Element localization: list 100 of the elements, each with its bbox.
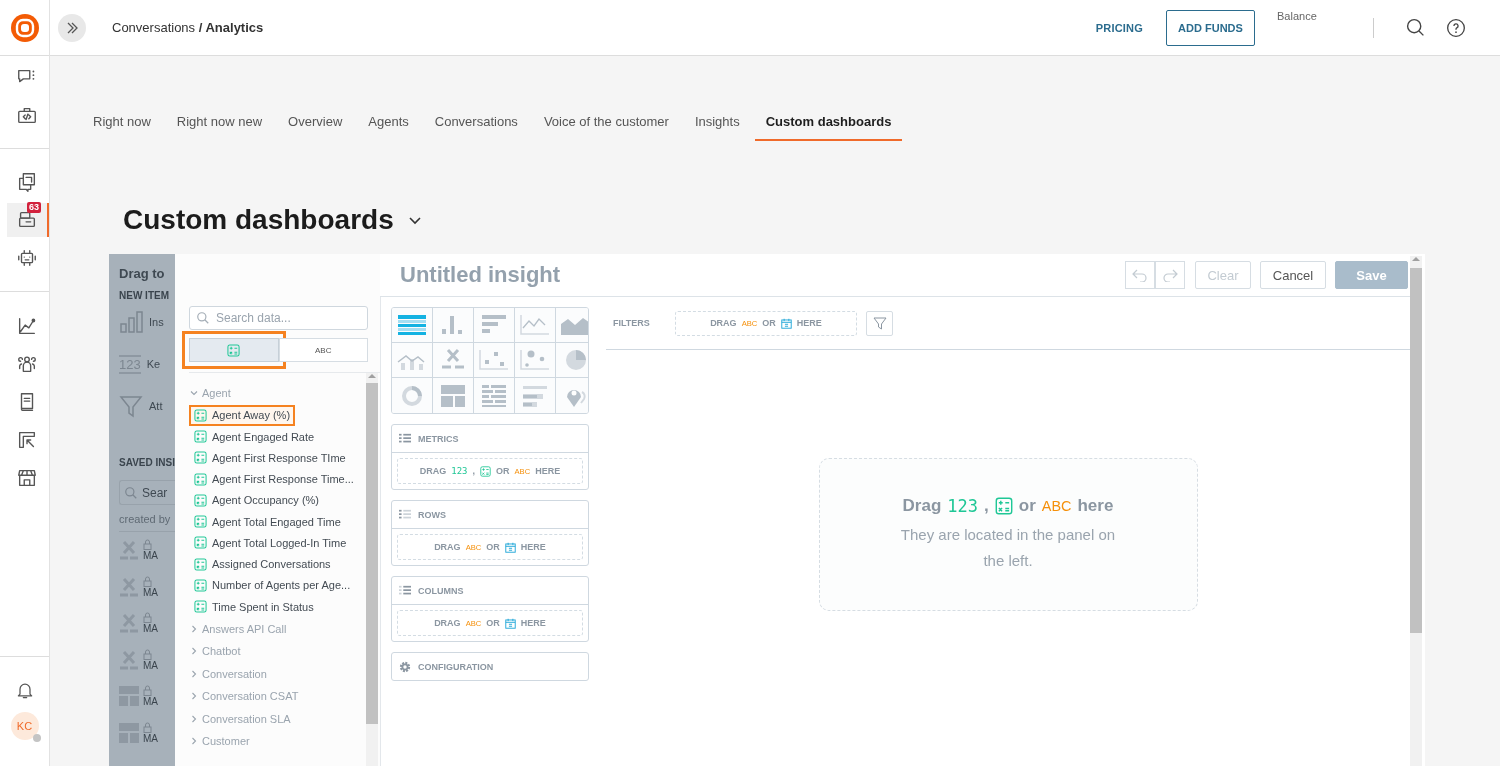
help-button[interactable] bbox=[1445, 16, 1467, 39]
calculator-icon bbox=[194, 408, 207, 422]
headline-icon bbox=[119, 540, 139, 561]
bucket-title: ROWS bbox=[418, 509, 446, 520]
chart-type-button[interactable] bbox=[515, 308, 556, 343]
calculator-icon bbox=[194, 515, 207, 528]
calculator-icon bbox=[994, 496, 1013, 515]
cancel-button[interactable]: Cancel bbox=[1260, 261, 1326, 289]
chevron-right-icon bbox=[190, 737, 198, 745]
calculator-icon bbox=[227, 343, 241, 357]
search-icon bbox=[196, 311, 210, 325]
search-icon bbox=[124, 485, 138, 500]
chart-type-button[interactable] bbox=[392, 343, 433, 378]
hint-text: DRAG bbox=[434, 542, 461, 552]
scrollbar[interactable] bbox=[366, 373, 378, 766]
empty-state-text: They are located in the panel on the left. bbox=[899, 524, 1117, 571]
bucket-title: METRICS bbox=[418, 433, 459, 444]
tab[interactable]: Agents bbox=[357, 105, 420, 141]
nav-button[interactable]: 63 bbox=[7, 203, 49, 237]
metric-item[interactable]: Number of Agents per Age... bbox=[189, 574, 356, 596]
metric-item[interactable]: Agent First Response Time... bbox=[189, 468, 359, 490]
treemap-icon bbox=[119, 722, 139, 743]
chart-type-button[interactable] bbox=[556, 378, 588, 413]
tab[interactable]: Right now bbox=[82, 105, 162, 141]
metric-item[interactable]: Agent Engaged Rate bbox=[189, 426, 320, 447]
calendar-icon bbox=[780, 317, 792, 329]
chart-type-button[interactable] bbox=[392, 308, 433, 343]
pricing-link[interactable]: PRICING bbox=[1095, 21, 1143, 34]
hint-text: Drag bbox=[902, 495, 942, 516]
logo-icon bbox=[9, 12, 40, 43]
metric-item[interactable]: Time Spent in Status bbox=[189, 596, 319, 617]
chart-type-button[interactable] bbox=[433, 343, 474, 378]
hint-text: OR bbox=[762, 318, 776, 328]
item-label: MA bbox=[143, 550, 158, 562]
chart-type-button[interactable] bbox=[556, 343, 588, 378]
funnel-icon bbox=[119, 394, 143, 418]
scrollbar[interactable] bbox=[1410, 256, 1422, 766]
hint-text: DRAG bbox=[419, 466, 447, 476]
chevron-right-icon bbox=[190, 692, 198, 700]
gear-icon bbox=[398, 660, 412, 673]
panel-title: Drag to bbox=[119, 266, 166, 282]
search-placeholder: Search data... bbox=[216, 311, 291, 325]
tab[interactable]: Custom dashboards bbox=[754, 105, 903, 141]
calculator-icon bbox=[194, 578, 207, 592]
chart-type-button[interactable] bbox=[515, 378, 556, 413]
hint-text: OR bbox=[496, 466, 510, 476]
hint-text: , bbox=[984, 495, 989, 516]
page-title: Custom dashboards bbox=[123, 203, 394, 237]
chart-type-button[interactable] bbox=[392, 378, 433, 413]
calculator-icon bbox=[194, 600, 207, 613]
calculator-icon bbox=[194, 430, 207, 443]
up-arrow-icon bbox=[368, 373, 376, 379]
store-icon bbox=[16, 467, 38, 489]
headline-icon bbox=[119, 613, 139, 634]
funnel-icon bbox=[872, 316, 887, 330]
cursor-icon bbox=[16, 429, 38, 451]
item-label: Ins bbox=[149, 316, 164, 328]
chart-type-button[interactable] bbox=[433, 378, 474, 413]
metric-item[interactable]: Agent Total Engaged Time bbox=[189, 511, 346, 532]
chart-type-button[interactable] bbox=[474, 343, 515, 378]
text-symbol: ABC bbox=[1041, 497, 1072, 514]
chart-type-button[interactable] bbox=[474, 378, 515, 413]
notification-badge: 63 bbox=[27, 202, 41, 213]
item-label: MA bbox=[143, 696, 158, 708]
hint-text: or bbox=[1018, 495, 1036, 516]
chart-type-button[interactable] bbox=[515, 343, 556, 378]
metric-item[interactable]: Agent Occupancy (%) bbox=[189, 489, 324, 511]
chevron-right-icon bbox=[190, 669, 198, 678]
tab[interactable]: Overview bbox=[277, 105, 354, 141]
metric-item[interactable]: Assigned Conversations bbox=[189, 553, 336, 575]
attribute-filter-button[interactable]: ABC bbox=[278, 338, 368, 362]
bucket-title: COLUMNS bbox=[418, 585, 464, 596]
expand-button[interactable] bbox=[58, 13, 86, 42]
hint-text: HERE bbox=[796, 318, 822, 328]
headline-icon bbox=[119, 649, 139, 670]
metric-item[interactable]: Agent First Response TIme bbox=[189, 447, 351, 469]
chart-type-button[interactable] bbox=[474, 308, 515, 343]
filter-button[interactable] bbox=[866, 310, 893, 336]
metric-item[interactable]: Agent Total Logged-In Time bbox=[189, 532, 352, 554]
chevron-right-icon bbox=[190, 624, 198, 633]
add-funds-button[interactable]: ADD FUNDS bbox=[1166, 9, 1255, 46]
section-heading: NEW ITEM bbox=[119, 290, 170, 301]
columns-icon bbox=[398, 584, 412, 597]
hint-text: HERE bbox=[520, 542, 546, 552]
tab[interactable]: Voice of the customer bbox=[532, 105, 680, 141]
up-arrow-icon bbox=[1412, 256, 1420, 262]
chevron-right-icon bbox=[190, 714, 198, 723]
chart-type-button[interactable] bbox=[556, 308, 588, 343]
tab[interactable]: Right now new bbox=[165, 105, 274, 141]
calendar-icon bbox=[504, 541, 516, 553]
calculator-icon bbox=[194, 451, 207, 465]
metric-item[interactable]: Agent Away (%) bbox=[189, 404, 296, 426]
tab[interactable]: Conversations bbox=[423, 105, 529, 141]
robot-icon bbox=[16, 247, 38, 269]
tab[interactable]: Insights bbox=[683, 105, 751, 141]
hint-text: HERE bbox=[520, 618, 546, 628]
chart-type-button[interactable] bbox=[433, 308, 474, 343]
chart-icon bbox=[16, 315, 38, 337]
item-label: MA bbox=[143, 623, 158, 635]
hint-text: DRAG bbox=[434, 618, 461, 628]
